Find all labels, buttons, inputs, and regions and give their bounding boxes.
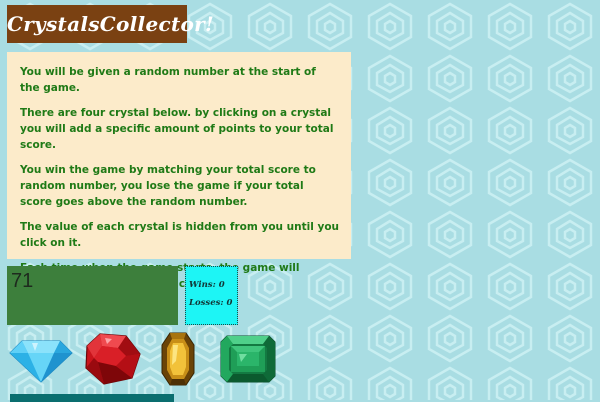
topaz-icon[interactable] [160,331,196,387]
instruction-paragraph: The value of each crystal is hidden from… [20,221,340,249]
ruby-icon[interactable] [82,332,142,386]
stats-panel: Wins: 0 Losses: 0 [185,266,238,325]
bottom-bar [10,394,174,402]
losses-counter: Losses: 0 [189,298,233,308]
game-title: CrystalsCollector! [7,5,214,43]
instruction-paragraph: There are four crystal below. by clickin… [20,107,334,151]
random-number-value: 71 [11,270,34,292]
diamond-icon[interactable] [8,338,74,384]
random-number-display: 71 [7,266,178,325]
instructions-panel: You will be given a random number at the… [7,52,351,290]
emerald-icon[interactable] [219,334,277,384]
instruction-paragraph: You win the game by matching your total … [20,164,316,208]
wins-counter: Wins: 0 [189,280,225,290]
instruction-paragraph: You will be given a random number at the… [20,66,316,94]
